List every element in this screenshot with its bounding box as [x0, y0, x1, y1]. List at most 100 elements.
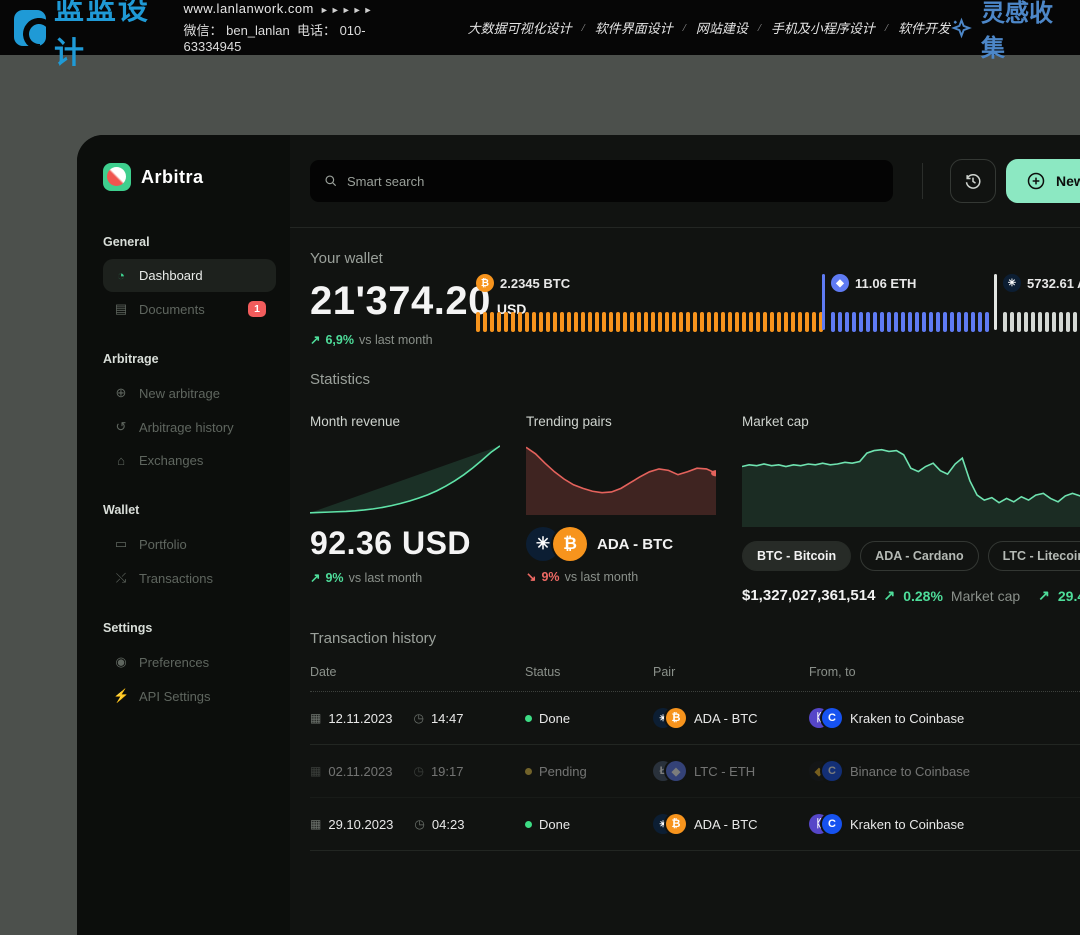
- txn-date-cell: ▦02.11.2023◷19:17: [310, 764, 525, 779]
- sidebar-item-label: Dashboard: [139, 268, 203, 283]
- col-header-route[interactable]: From, to: [809, 665, 1064, 679]
- pair-label: ADA - BTC: [694, 817, 758, 832]
- holding-ada: ✳5732.61 ADA: [994, 274, 1080, 332]
- eth-coin-icon: ◆: [831, 274, 849, 292]
- arrows-decor: ►►►►►: [320, 5, 375, 15]
- chip-ada[interactable]: ADA - Cardano: [860, 541, 978, 571]
- txn-status-cell: Pending: [525, 764, 653, 779]
- month-revenue-chart: [310, 443, 500, 515]
- coin-chips: BTC - Bitcoin ADA - Cardano LTC - Litecoin…: [742, 541, 1080, 571]
- status-label: Pending: [539, 764, 587, 779]
- site-url[interactable]: www.lanlanwork.com: [184, 1, 314, 16]
- history-icon: ↺: [113, 419, 129, 435]
- holding-marker: [822, 274, 825, 330]
- table-row[interactable]: ▦12.11.2023◷14:47Done✳₿ADA - BTCᛕCKraken…: [310, 692, 1080, 745]
- col-header-status[interactable]: Status: [525, 665, 653, 679]
- col-header-date[interactable]: Date: [310, 665, 525, 679]
- app-logo[interactable]: Arbitra: [103, 163, 276, 191]
- preferences-icon: ◉: [113, 654, 129, 670]
- search-input[interactable]: Smart search: [310, 160, 893, 202]
- holding-amount: 2.2345 BTC: [500, 276, 570, 291]
- sidebar-item-arbitrage-history[interactable]: ↺ Arbitrage history: [103, 410, 276, 444]
- table-row[interactable]: ▦29.10.2023◷04:23Done✳₿ADA - BTCᛕCKraken…: [310, 798, 1080, 851]
- holding-amount: 11.06 ETH: [855, 276, 916, 291]
- sidebar-item-preferences[interactable]: ◉Preferences: [103, 645, 276, 679]
- pair-coins: ✳ ₿: [526, 527, 587, 561]
- sidebar-item-label: Arbitrage history: [139, 420, 234, 435]
- banner-nav-item[interactable]: 网站建设: [696, 18, 748, 37]
- search-placeholder: Smart search: [347, 174, 424, 189]
- sidebar-item-new-arbitrage[interactable]: ⊕New arbitrage: [103, 376, 276, 410]
- sidebar-item-dashboard[interactable]: ◔Dashboard: [103, 259, 276, 292]
- holding-btc: ₿2.2345 BTC: [470, 274, 822, 332]
- chip-ltc[interactable]: LTC - Litecoin: [988, 541, 1080, 571]
- pair-coins: Ł◆: [653, 761, 686, 781]
- sidebar-item-api-settings[interactable]: ⚡API Settings: [103, 679, 276, 713]
- trending-pair-name: ADA - BTC: [597, 536, 673, 553]
- lanlan-logo[interactable]: 蓝蓝设计: [14, 0, 168, 72]
- sidebar-item-label: Documents: [139, 302, 205, 317]
- col-header-pair[interactable]: Pair: [653, 665, 809, 679]
- arbitra-logo-icon: [103, 163, 131, 191]
- route-label: Binance to Coinbase: [850, 764, 970, 779]
- txn-time: 14:47: [431, 711, 464, 726]
- wallet-title: Your wallet: [310, 250, 1080, 267]
- sidebar-section-heading: Arbitrage: [103, 352, 276, 366]
- sidebar-section-heading: Wallet: [103, 503, 276, 517]
- banner-nav-item[interactable]: 手机及小程序设计: [771, 18, 875, 37]
- sparkle-icon: [950, 15, 973, 41]
- notification-badge: 1: [248, 301, 266, 317]
- sidebar-section: General◔Dashboard▤Documents1: [103, 235, 276, 326]
- month-revenue-card: Month revenue 92.36 USD ↗ 9% vs last mon…: [310, 414, 500, 604]
- transaction-table: Date Status Pair From, to ▦12.11.2023◷14…: [310, 665, 1080, 851]
- sidebar-item-portfolio[interactable]: ▭Portfolio: [103, 527, 276, 561]
- holding-bars: [476, 310, 823, 332]
- chip-btc[interactable]: BTC - Bitcoin: [742, 541, 851, 571]
- exchange-icons: ◆C: [809, 761, 842, 781]
- amount-line: 0.0000: [1064, 814, 1080, 834]
- table-row[interactable]: ▦02.11.2023◷19:17PendingŁ◆LTC - ETH◆CBin…: [310, 745, 1080, 798]
- txn-status-cell: Done: [525, 711, 653, 726]
- sidebar-section-heading: General: [103, 235, 276, 249]
- app-sidebar: Arbitra General◔Dashboard▤Documents1Arbi…: [77, 135, 290, 935]
- calendar-icon: ▦: [310, 711, 321, 725]
- banner-nav-item[interactable]: 软件开发: [898, 18, 950, 37]
- status-dot-pending: [525, 768, 532, 775]
- txn-time: 19:17: [431, 764, 464, 779]
- banner-nav-item[interactable]: 大数据可视化设计: [468, 18, 572, 37]
- amount-line: 0.002: [1064, 699, 1080, 719]
- sidebar-section: Arbitrage ⊕New arbitrage ↺ Arbitrage histor…: [103, 352, 276, 477]
- clock-icon: ◷: [413, 764, 423, 778]
- new-arbitrage-button[interactable]: New a: [1006, 159, 1080, 203]
- search-icon: [324, 174, 338, 188]
- transfer-arrows-icon: ⤯: [113, 570, 129, 586]
- banner-nav-item[interactable]: 软件界面设计: [595, 18, 673, 37]
- transaction-history-section: Transaction history Date Status Pair Fro…: [310, 604, 1080, 851]
- eth-coin-icon: ◆: [666, 761, 686, 781]
- trend-up-icon: ↗: [310, 332, 320, 347]
- nav-separator: /: [885, 22, 888, 34]
- market-cap-label: Market cap: [742, 414, 1080, 429]
- coinbase-exchange-icon: C: [822, 708, 842, 728]
- status-dot-done: [525, 715, 532, 722]
- sidebar-item-transactions[interactable]: ⤯Transactions: [103, 561, 276, 595]
- status-label: Done: [539, 711, 570, 726]
- market-cap-value: $1,327,027,361,514: [742, 587, 875, 604]
- history-button[interactable]: [950, 159, 996, 203]
- sidebar-item-label: New arbitrage: [139, 386, 220, 401]
- txn-amount-cell: 0.0021: [1064, 699, 1080, 738]
- btc-coin-icon: ₿: [553, 527, 587, 561]
- txn-pair-cell: Ł◆LTC - ETH: [653, 761, 809, 781]
- holding-bars: [1003, 310, 1080, 332]
- txn-date-cell: ▦29.10.2023◷04:23: [310, 817, 525, 832]
- wallet-balance: 21'374.20: [310, 279, 491, 324]
- coinbase-exchange-icon: C: [822, 814, 842, 834]
- sidebar-item-documents[interactable]: ▤Documents1: [103, 292, 276, 326]
- sidebar-item-exchanges[interactable]: ⌂Exchanges: [103, 444, 276, 477]
- sidebar-item-label: Portfolio: [139, 537, 187, 552]
- holding-amount: 5732.61 ADA: [1027, 276, 1080, 291]
- transaction-history-title: Transaction history: [310, 630, 1080, 647]
- status-label: Done: [539, 817, 570, 832]
- collect-link[interactable]: 灵感收集: [950, 0, 1066, 63]
- site-banner: 蓝蓝设计 www.lanlanwork.com►►►►► 微信： ben_lan…: [0, 0, 1080, 55]
